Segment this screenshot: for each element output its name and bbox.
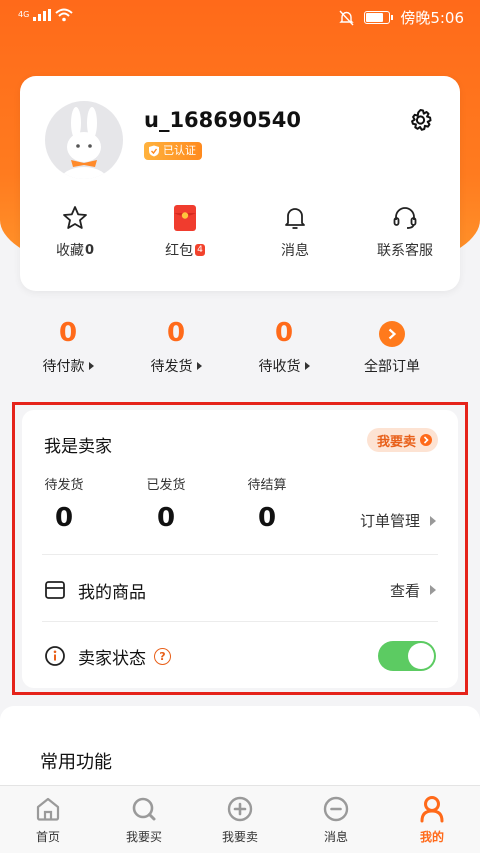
pending-payment-count: 0: [58, 318, 78, 348]
status-time: 傍晚5:06: [400, 9, 464, 27]
tab-label: 我要买: [125, 830, 162, 844]
quick-item-red-packet[interactable]: 红包 4: [130, 204, 240, 260]
bell-icon: [285, 208, 305, 229]
tab-sell[interactable]: 我要卖: [192, 786, 288, 853]
arrow-right-icon: [304, 362, 310, 370]
verified-shield-icon: [149, 145, 159, 157]
favorites-count: 0: [84, 242, 95, 258]
mute-bell-icon: [339, 10, 355, 25]
arrow-right-icon: [196, 362, 202, 370]
avatar[interactable]: [45, 101, 123, 179]
quick-actions: 收藏 0 红包 4 消息 联系客服: [20, 204, 460, 260]
settings-gear-icon[interactable]: [406, 106, 434, 134]
messages-label: 消息: [281, 243, 309, 259]
customer-service-label: 联系客服: [377, 243, 433, 259]
common-functions-title: 常用功能: [40, 752, 112, 773]
tab-buy[interactable]: 我要买: [96, 786, 192, 853]
status-left: 4G: [18, 8, 73, 22]
tab-label: 首页: [35, 830, 60, 844]
arrow-right-icon: [88, 362, 94, 370]
common-functions-card: 常用功能: [0, 706, 480, 796]
favorites-label: 收藏: [55, 243, 84, 259]
order-status-row: 0 待付款 0 待发货 0 待收货 全部订单: [0, 318, 480, 382]
quick-item-customer-service[interactable]: 联系客服: [350, 204, 460, 260]
pending-receipt-label: 待收货: [258, 359, 301, 375]
pending-receipt-count: 0: [274, 318, 294, 348]
message-icon: [323, 796, 349, 822]
signal-icon: [33, 9, 52, 21]
bottom-tab-bar: 首页 我要买 我要卖 消息 我的: [0, 785, 480, 853]
verified-badge: 已认证: [144, 142, 202, 160]
all-orders-label: 全部订单: [364, 359, 420, 375]
red-packet-badge: 4: [195, 244, 205, 256]
order-pending-payment[interactable]: 0 待付款: [14, 318, 122, 382]
quick-item-favorites[interactable]: 收藏 0: [20, 204, 130, 260]
all-orders-arrow-icon: [379, 321, 405, 347]
highlight-frame: [12, 402, 468, 695]
tab-label: 消息: [323, 830, 348, 844]
pending-shipment-count: 0: [166, 318, 186, 348]
red-packet-icon: [174, 205, 196, 231]
red-packet-label: 红包: [165, 243, 194, 259]
buy-search-icon: [132, 797, 156, 821]
battery-icon: [364, 11, 394, 24]
home-icon: [36, 797, 60, 821]
headset-icon: [393, 207, 417, 229]
network-type: 4G: [18, 10, 30, 19]
wifi-icon: [55, 8, 73, 22]
star-icon: [63, 206, 87, 229]
pending-shipment-label: 待发货: [150, 359, 193, 375]
sell-plus-icon: [227, 796, 253, 822]
order-pending-receipt[interactable]: 0 待收货: [230, 318, 338, 382]
quick-item-messages[interactable]: 消息: [240, 204, 350, 260]
order-pending-shipment[interactable]: 0 待发货: [122, 318, 230, 382]
profile-icon: [420, 796, 444, 823]
tab-home[interactable]: 首页: [0, 786, 96, 853]
order-all[interactable]: 全部订单: [338, 318, 446, 382]
profile-card: u_168690540 已认证 收藏 0 红包 4 消息 联系客服: [20, 76, 460, 291]
rabbit-avatar-icon: [60, 107, 108, 179]
tab-label: 我要卖: [221, 830, 258, 844]
tab-mine[interactable]: 我的: [384, 786, 480, 853]
pending-payment-label: 待付款: [42, 359, 85, 375]
verified-label: 已认证: [163, 144, 196, 157]
status-bar: 4G 傍晚5:06: [0, 0, 480, 34]
tab-messages[interactable]: 消息: [288, 786, 384, 853]
status-right: 傍晚5:06: [339, 7, 464, 28]
tab-label: 我的: [419, 830, 444, 844]
username: u_168690540: [144, 108, 301, 132]
